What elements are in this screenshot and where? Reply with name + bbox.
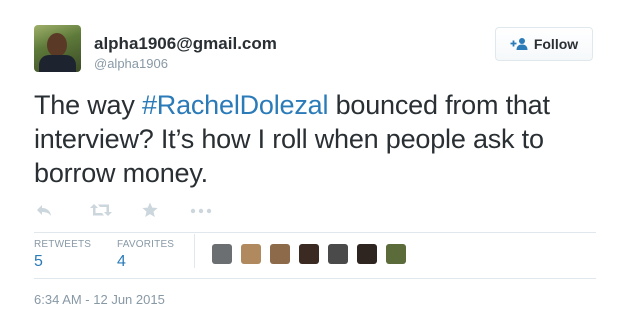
stats-bottom-divider: [34, 278, 596, 279]
tweet-text-before: The way: [34, 90, 142, 120]
star-icon[interactable]: [142, 202, 158, 223]
author-handle[interactable]: @alpha1906: [94, 56, 168, 71]
author-name[interactable]: alpha1906@gmail.com: [94, 34, 277, 54]
retweets-label: RETWEETS: [34, 239, 92, 250]
favorites-count[interactable]: 4: [117, 253, 126, 271]
favoriter-avatar-6[interactable]: [357, 244, 377, 264]
follow-person-plus-icon: [510, 37, 528, 51]
more-dots-icon[interactable]: [190, 202, 212, 223]
favoriter-avatar-4[interactable]: [299, 244, 319, 264]
tweet-text: The way #RachelDolezal bounced from that…: [34, 88, 614, 190]
reply-icon[interactable]: [36, 202, 52, 223]
follow-button-label: Follow: [533, 36, 579, 52]
avatar-body: [39, 55, 76, 72]
hashtag-link[interactable]: #RachelDolezal: [142, 90, 329, 120]
favoriter-avatar-7[interactable]: [386, 244, 406, 264]
favoriter-avatar-3[interactable]: [270, 244, 290, 264]
favoriter-avatar-2[interactable]: [241, 244, 261, 264]
author-avatar[interactable]: [34, 25, 81, 72]
retweets-count[interactable]: 5: [34, 253, 43, 271]
retweet-icon[interactable]: [90, 202, 112, 223]
avatar-head: [47, 33, 67, 57]
tweet-timestamp[interactable]: 6:34 AM - 12 Jun 2015: [34, 292, 165, 307]
favoriter-avatar-1[interactable]: [212, 244, 232, 264]
stats-top-divider: [34, 232, 596, 233]
follow-button[interactable]: Follow: [495, 27, 593, 61]
stats-vertical-divider: [194, 234, 195, 268]
favoriter-avatar-5[interactable]: [328, 244, 348, 264]
favorites-label: FAVORITES: [117, 239, 175, 250]
